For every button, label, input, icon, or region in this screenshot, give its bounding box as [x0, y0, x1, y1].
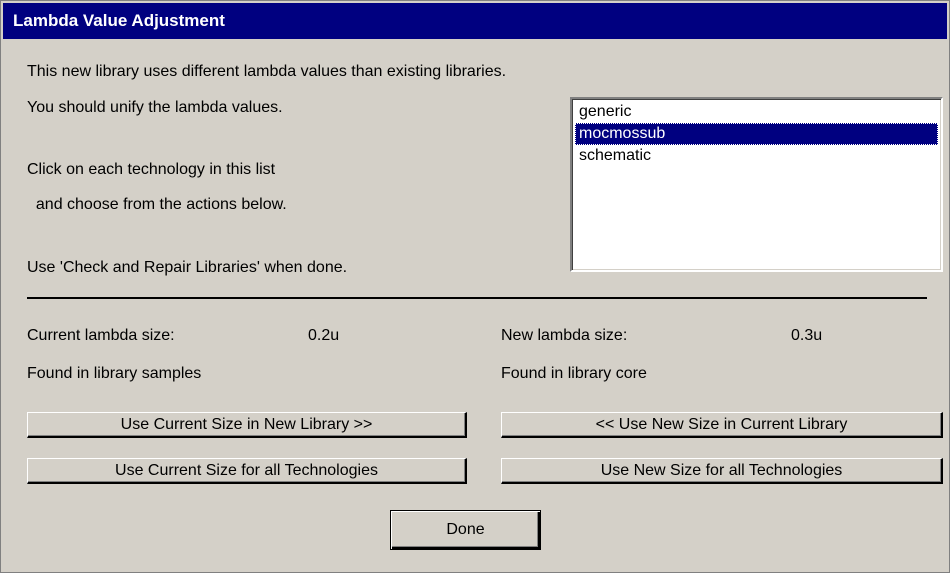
- new-lambda-label: New lambda size:: [501, 327, 628, 344]
- technology-listbox[interactable]: generic mocmossub schematic: [570, 97, 943, 272]
- list-item-mocmossub[interactable]: mocmossub: [575, 123, 938, 145]
- info-text-line5: Use 'Check and Repair Libraries' when do…: [27, 259, 348, 276]
- current-lambda-label: Current lambda size:: [27, 327, 175, 344]
- new-found-in: Found in library core: [501, 365, 647, 382]
- info-text-line3: Click on each technology in this list: [27, 161, 276, 178]
- use-new-size-all-technologies-button[interactable]: Use New Size for all Technologies: [501, 458, 943, 484]
- current-found-in: Found in library samples: [27, 365, 202, 382]
- current-lambda-value: 0.2u: [308, 327, 340, 344]
- new-lambda-value: 0.3u: [791, 327, 823, 344]
- info-text-line2: You should unify the lambda values.: [27, 99, 283, 116]
- use-new-size-in-current-library-button[interactable]: << Use New Size in Current Library: [501, 412, 943, 438]
- use-current-size-in-new-library-button[interactable]: Use Current Size in New Library >>: [27, 412, 467, 438]
- list-item-generic[interactable]: generic: [575, 101, 938, 123]
- use-current-size-all-technologies-button[interactable]: Use Current Size for all Technologies: [27, 458, 467, 484]
- info-text-line1: This new library uses different lambda v…: [27, 63, 507, 80]
- info-text-line4: and choose from the actions below.: [27, 196, 287, 213]
- list-item-schematic[interactable]: schematic: [575, 145, 938, 167]
- separator-line: [27, 297, 927, 299]
- dialog-title: Lambda Value Adjustment: [3, 3, 947, 39]
- done-button[interactable]: Done: [390, 510, 541, 550]
- lambda-adjustment-dialog: Lambda Value Adjustment This new library…: [0, 0, 950, 573]
